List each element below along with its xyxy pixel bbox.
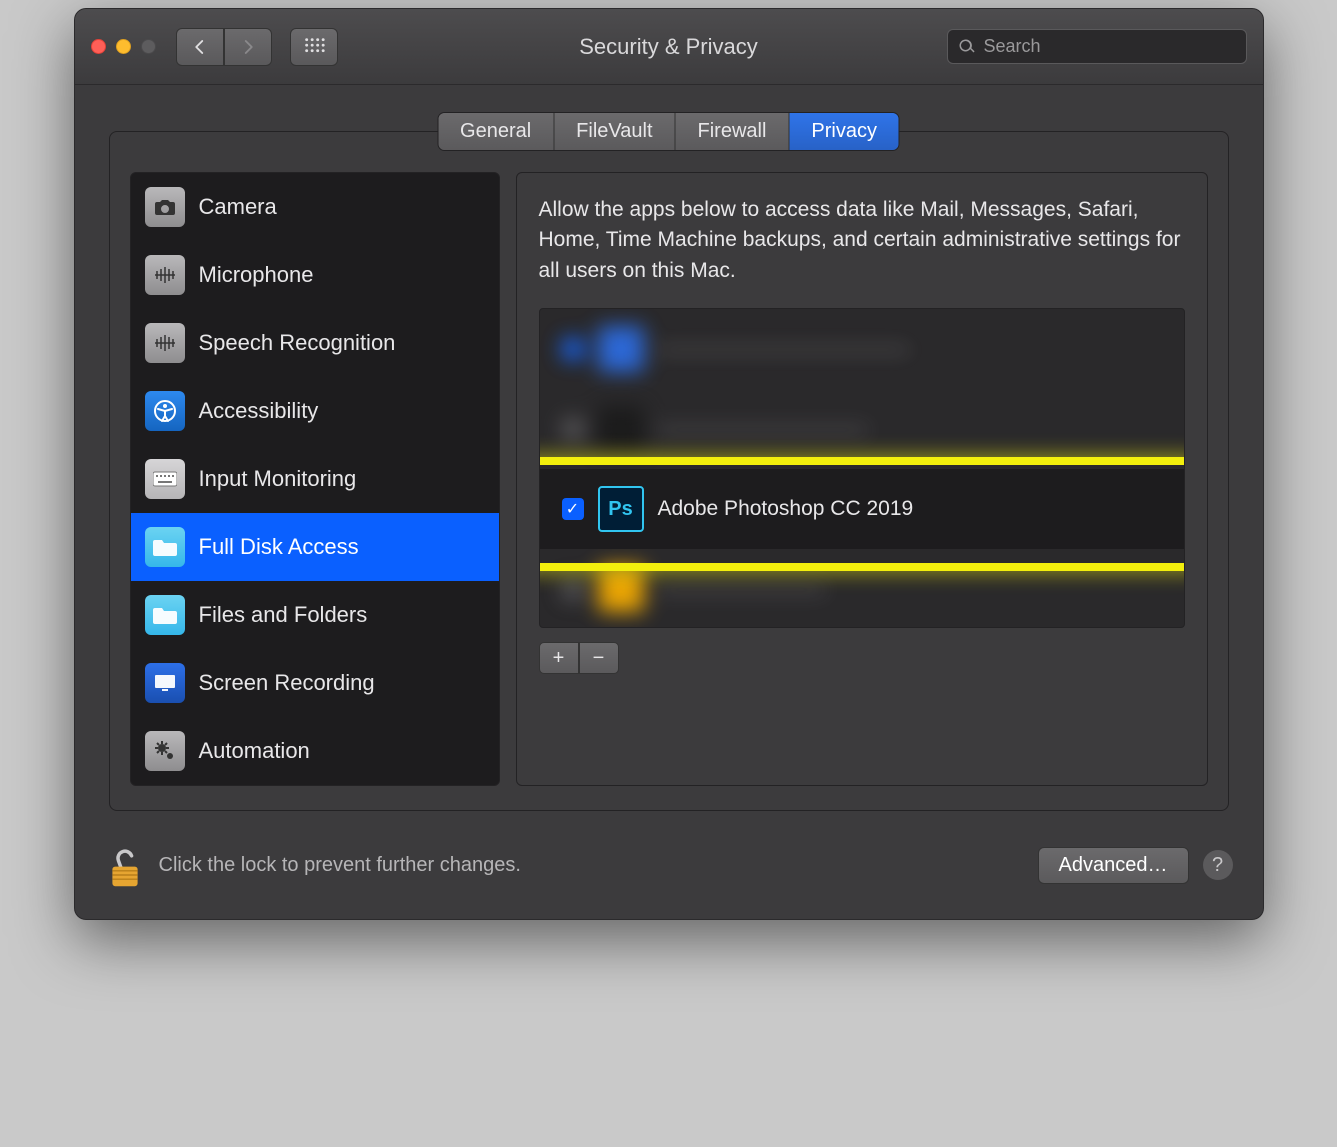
app-row-redacted[interactable]: ✓ ———————————— xyxy=(540,309,1184,389)
tab-firewall[interactable]: Firewall xyxy=(676,113,790,150)
sidebar-item-full-disk-access[interactable]: Full Disk Access xyxy=(131,513,499,581)
pane-tabs: General FileVault Firewall Privacy xyxy=(437,112,900,151)
microphone-icon xyxy=(145,255,185,295)
sidebar-item-label: Screen Recording xyxy=(199,670,375,696)
app-name: Adobe Photoshop CC 2019 xyxy=(658,497,914,521)
checkbox[interactable]: ✓ xyxy=(562,498,584,520)
accessibility-icon xyxy=(145,391,185,431)
add-app-button[interactable]: + xyxy=(539,642,579,674)
sidebar-item-camera[interactable]: Camera xyxy=(131,173,499,241)
back-button[interactable] xyxy=(176,28,224,66)
folder-icon xyxy=(145,527,185,567)
app-row-redacted[interactable]: ✓ —————————— xyxy=(540,389,1184,469)
sidebar-item-input-monitoring[interactable]: Input Monitoring xyxy=(131,445,499,513)
checkbox[interactable]: ✓ xyxy=(562,338,584,360)
app-name-redacted: ———————— xyxy=(658,577,826,601)
preferences-window: Security & Privacy General FileVault Fir… xyxy=(74,8,1264,920)
keyboard-icon xyxy=(145,459,185,499)
camera-icon xyxy=(145,187,185,227)
sidebar-item-label: Microphone xyxy=(199,262,314,288)
privacy-description: Allow the apps below to access data like… xyxy=(539,195,1185,286)
advanced-button[interactable]: Advanced… xyxy=(1038,847,1189,884)
toolbar: Security & Privacy xyxy=(75,9,1263,85)
privacy-columns: Camera Microphone Speech Recognition xyxy=(130,172,1208,786)
app-row-photoshop[interactable]: ✓ Ps Adobe Photoshop CC 2019 xyxy=(540,469,1184,549)
app-row-redacted[interactable]: ✓ ———————— xyxy=(540,549,1184,628)
lock-button[interactable] xyxy=(105,841,145,889)
lock-hint-text: Click the lock to prevent further change… xyxy=(159,854,521,877)
sidebar-item-label: Accessibility xyxy=(199,398,319,424)
sidebar-item-label: Automation xyxy=(199,738,310,764)
sidebar-item-files-and-folders[interactable]: Files and Folders xyxy=(131,581,499,649)
minimize-window-button[interactable] xyxy=(116,39,131,54)
sidebar-item-screen-recording[interactable]: Screen Recording xyxy=(131,649,499,717)
privacy-detail-panel: Allow the apps below to access data like… xyxy=(516,172,1208,786)
forward-button[interactable] xyxy=(224,28,272,66)
content-frame: General FileVault Firewall Privacy Camer… xyxy=(109,131,1229,811)
folder-icon xyxy=(145,595,185,635)
show-all-button[interactable] xyxy=(290,28,338,66)
checkbox[interactable]: ✓ xyxy=(562,578,584,600)
tab-privacy[interactable]: Privacy xyxy=(789,113,899,150)
search-input[interactable] xyxy=(984,36,1236,57)
search-icon xyxy=(958,38,976,56)
footer: Click the lock to prevent further change… xyxy=(75,831,1263,919)
display-icon xyxy=(145,663,185,703)
app-name-redacted: —————————— xyxy=(658,417,868,441)
sidebar-item-speech-recognition[interactable]: Speech Recognition xyxy=(131,309,499,377)
photoshop-icon: Ps xyxy=(598,486,644,532)
app-list[interactable]: ✓ ———————————— ✓ —————————— ✓ Ps Adobe P… xyxy=(539,308,1185,628)
app-icon xyxy=(598,326,644,372)
sidebar-item-label: Full Disk Access xyxy=(199,534,359,560)
history-nav xyxy=(176,28,272,66)
tab-general[interactable]: General xyxy=(438,113,554,150)
sidebar-item-label: Speech Recognition xyxy=(199,330,396,356)
sidebar-item-label: Input Monitoring xyxy=(199,466,357,492)
window-controls xyxy=(91,39,156,54)
app-icon xyxy=(598,406,644,452)
privacy-service-list[interactable]: Camera Microphone Speech Recognition xyxy=(130,172,500,786)
checkbox[interactable]: ✓ xyxy=(562,418,584,440)
sidebar-item-automation[interactable]: Automation xyxy=(131,717,499,785)
tab-filevault[interactable]: FileVault xyxy=(554,113,675,150)
sidebar-item-microphone[interactable]: Microphone xyxy=(131,241,499,309)
add-remove-controls: + − xyxy=(539,642,1185,674)
sidebar-item-accessibility[interactable]: Accessibility xyxy=(131,377,499,445)
app-icon xyxy=(598,566,644,612)
search-field[interactable] xyxy=(947,29,1247,64)
close-window-button[interactable] xyxy=(91,39,106,54)
zoom-window-button[interactable] xyxy=(141,39,156,54)
gears-icon xyxy=(145,731,185,771)
sidebar-item-label: Camera xyxy=(199,194,277,220)
speech-recognition-icon xyxy=(145,323,185,363)
app-name-redacted: ———————————— xyxy=(658,337,910,361)
remove-app-button[interactable]: − xyxy=(579,642,619,674)
sidebar-item-label: Files and Folders xyxy=(199,602,368,628)
help-button[interactable]: ? xyxy=(1203,850,1233,880)
